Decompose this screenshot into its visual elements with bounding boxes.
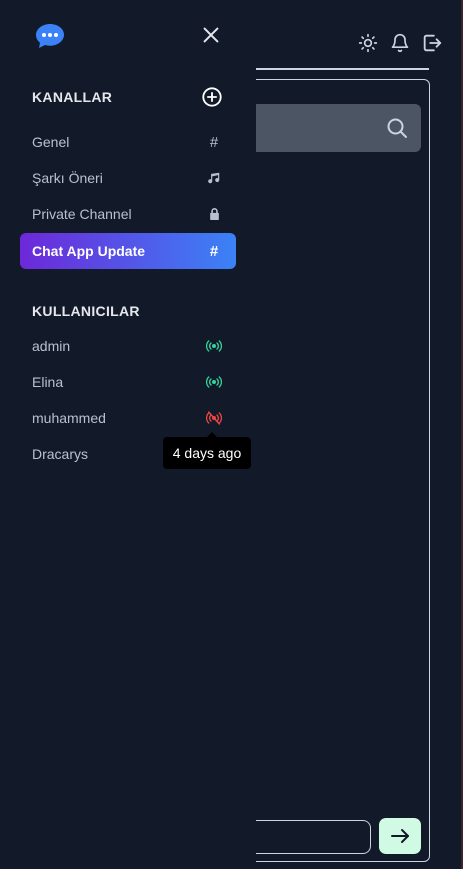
user-item-elina[interactable]: Elina xyxy=(20,364,236,400)
channels-heading: KANALLAR xyxy=(32,89,113,105)
user-item-muhammed[interactable]: muhammed xyxy=(20,400,236,436)
online-status-icon xyxy=(206,338,222,354)
user-name: Dracarys xyxy=(32,446,89,462)
hash-icon: # xyxy=(209,133,219,151)
close-icon[interactable] xyxy=(200,24,222,46)
users-heading: KULLANICILAR xyxy=(32,303,140,319)
topbar-actions xyxy=(357,32,443,54)
search-icon[interactable] xyxy=(385,116,409,140)
channel-item-sarki-oneri[interactable]: Şarkı Öneri xyxy=(20,160,236,196)
arrow-right-icon xyxy=(391,829,409,843)
user-name: Elina xyxy=(32,374,64,390)
channel-item-chat-app-update[interactable]: Chat App Update # xyxy=(20,233,236,269)
channel-item-private-channel[interactable]: Private Channel xyxy=(20,196,236,232)
hash-icon: # xyxy=(209,242,219,260)
channel-label: Genel xyxy=(32,134,70,150)
sun-icon[interactable] xyxy=(357,32,379,54)
chat-bubble-icon xyxy=(35,22,65,50)
logout-icon[interactable] xyxy=(421,32,443,54)
lock-icon xyxy=(206,206,222,222)
online-status-icon xyxy=(206,374,222,390)
last-seen-tooltip: 4 days ago xyxy=(163,432,251,469)
user-name: admin xyxy=(32,338,71,354)
plus-circle-icon[interactable] xyxy=(201,86,223,108)
sidebar-drawer: KANALLAR Genel # Şarkı Öneri Private Cha… xyxy=(0,0,256,869)
channel-item-genel[interactable]: Genel # xyxy=(20,124,236,160)
channel-label: Chat App Update xyxy=(32,243,146,259)
offline-status-icon xyxy=(206,410,222,426)
send-button[interactable] xyxy=(379,818,421,854)
music-icon xyxy=(206,170,222,186)
user-name: muhammed xyxy=(32,410,106,426)
bell-icon[interactable] xyxy=(389,32,411,54)
channel-label: Şarkı Öneri xyxy=(32,170,103,186)
user-item-admin[interactable]: admin xyxy=(20,328,236,364)
channel-label: Private Channel xyxy=(32,206,132,222)
